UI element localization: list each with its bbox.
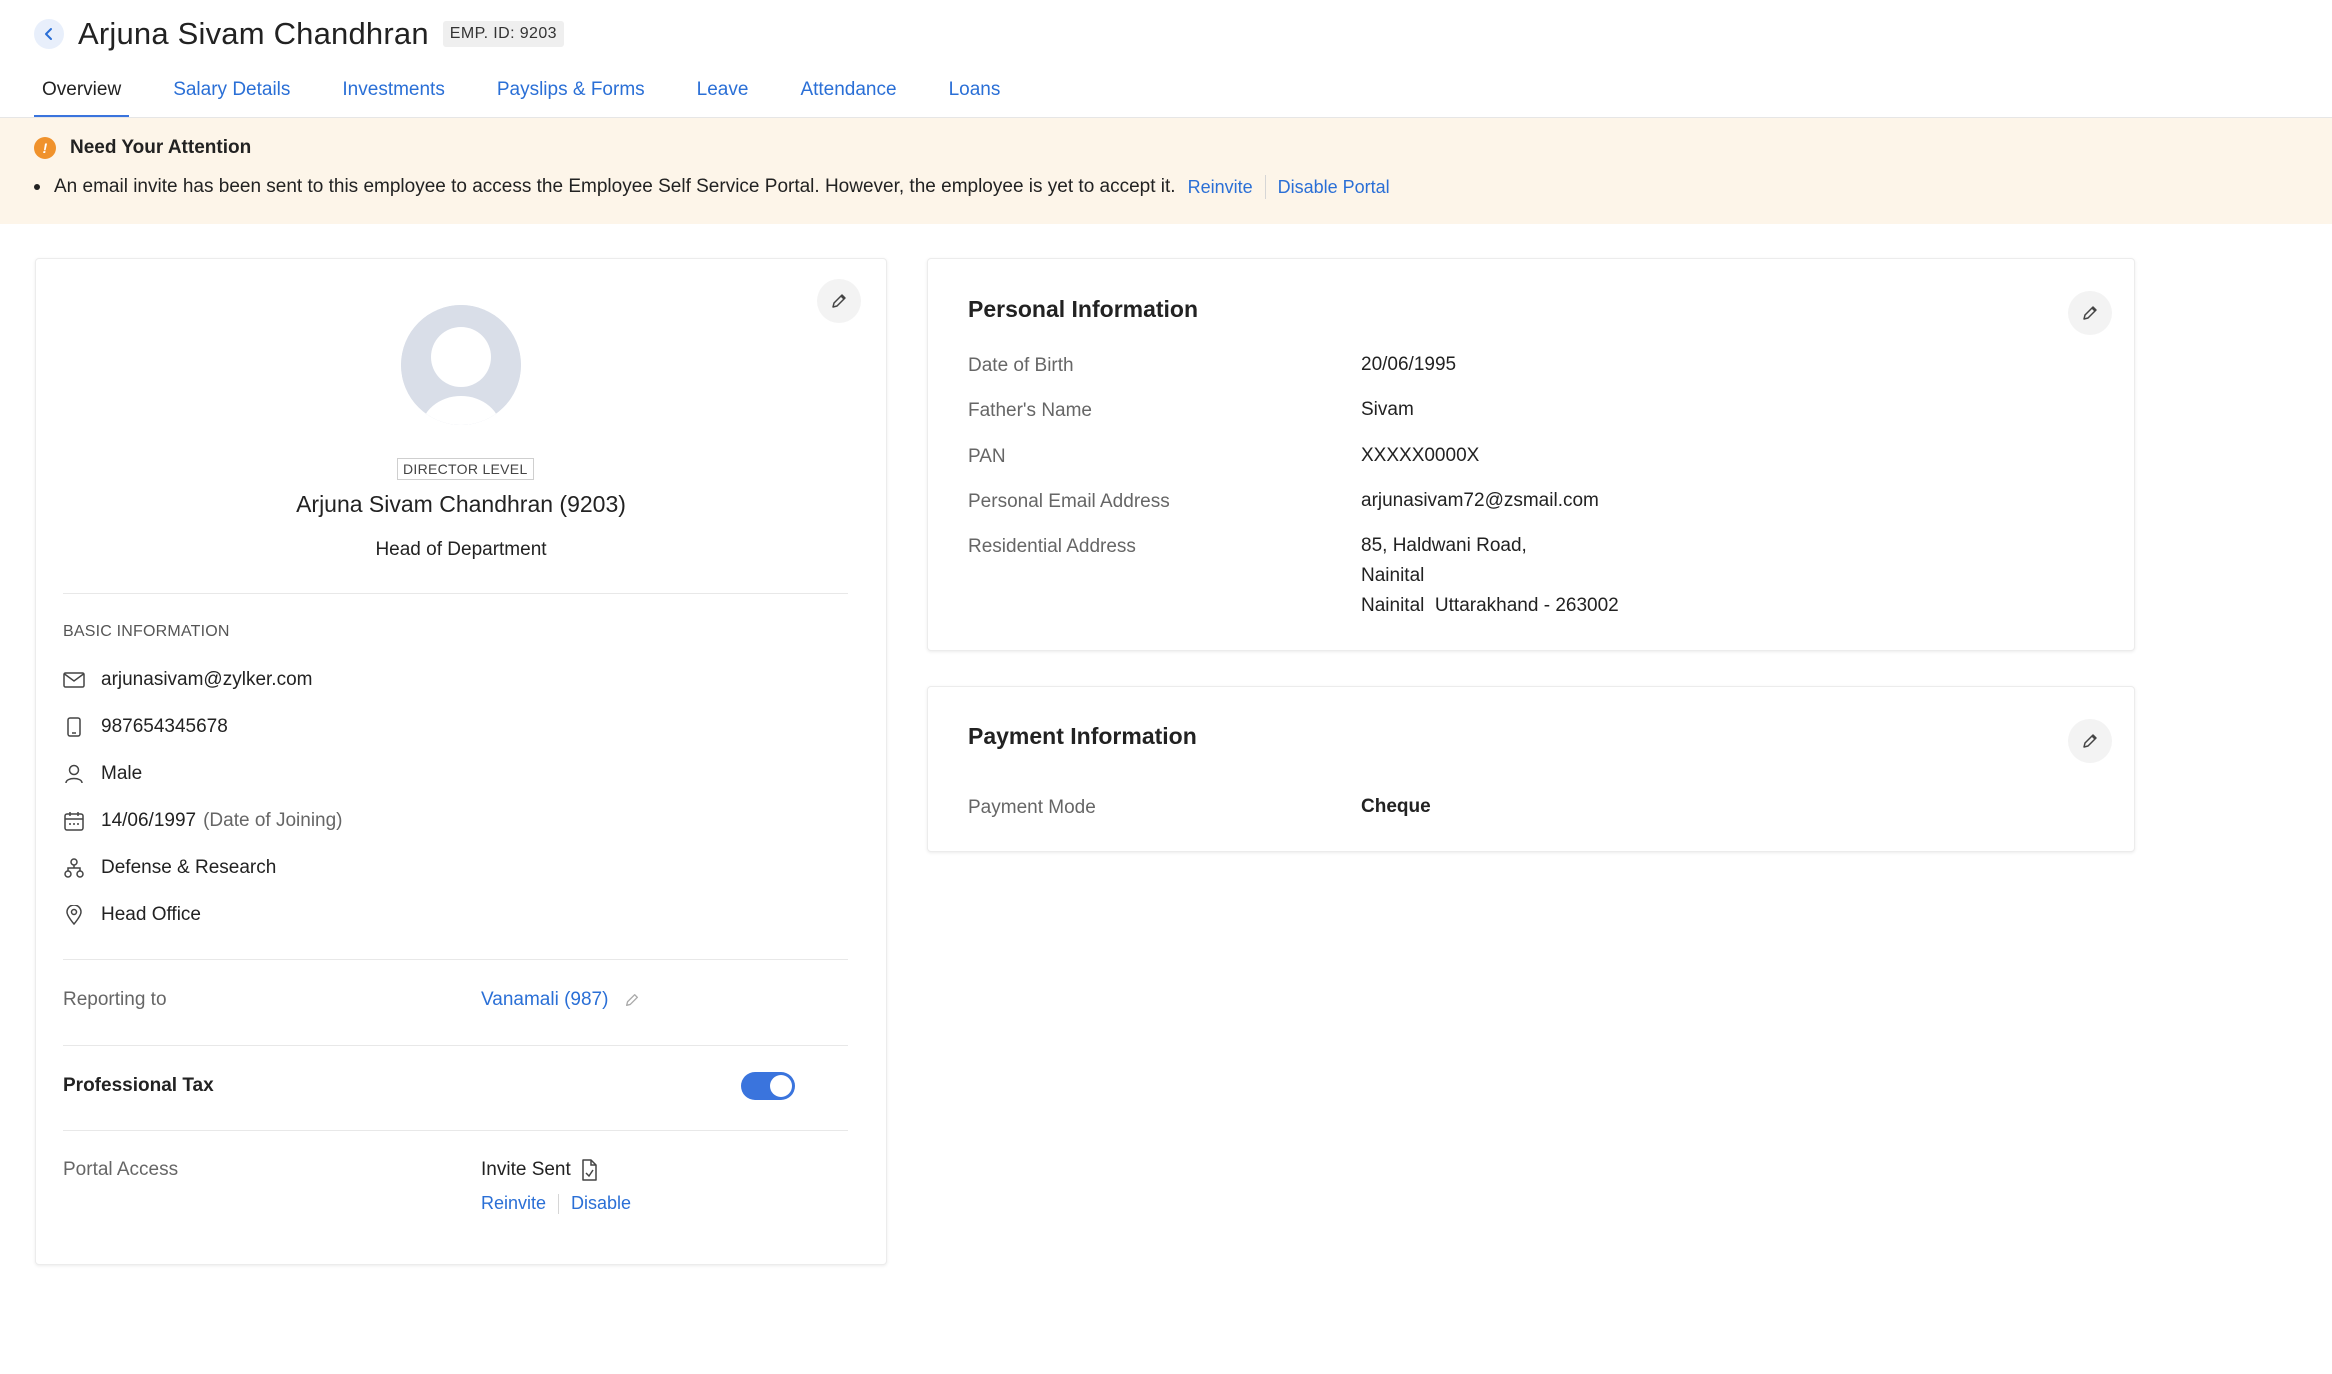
location-pin-icon <box>63 904 85 926</box>
disable-portal-link[interactable]: Disable Portal <box>1278 177 1390 198</box>
professional-tax-label: Professional Tax <box>63 1075 214 1096</box>
toggle-knob <box>770 1075 792 1097</box>
pan-value: XXXXX0000X <box>1361 445 1480 466</box>
profile-name: Arjuna Sivam Chandhran (9203) <box>296 491 626 517</box>
personal-email-label: Personal Email Address <box>968 491 1170 512</box>
joining-date-value: 14/06/1997 <box>101 810 197 831</box>
level-badge: DIRECTOR LEVEL <box>397 458 534 480</box>
personal-info-edit-button[interactable] <box>2068 291 2112 335</box>
banner-title: Need Your Attention <box>70 137 252 158</box>
bullet-dot <box>34 184 40 190</box>
calendar-icon <box>63 810 85 832</box>
joining-row: 14/06/1997 (Date of Joining) <box>63 810 343 832</box>
link-separator <box>558 1193 560 1214</box>
reporting-to-row: Vanamali (987) <box>481 989 640 1011</box>
portal-disable-link[interactable]: Disable <box>571 1193 631 1214</box>
tab-bar: Overview Salary Details Investments Pays… <box>34 76 1044 118</box>
tab-leave[interactable]: Leave <box>689 76 757 118</box>
location-row: Head Office <box>63 904 201 926</box>
tab-attendance[interactable]: Attendance <box>792 76 904 118</box>
address-line-3: Nainital Uttarakhand - 263002 <box>1361 595 1619 616</box>
divider <box>63 593 848 594</box>
warning-icon: ! <box>34 137 56 159</box>
divider <box>63 1130 848 1131</box>
payment-mode-label: Payment Mode <box>968 797 1096 818</box>
divider <box>63 1045 848 1046</box>
address-value: 85, Haldwani Road, Nainital Nainital Utt… <box>1361 531 1619 621</box>
professional-tax-toggle[interactable] <box>741 1072 795 1100</box>
father-name-value: Sivam <box>1361 399 1414 420</box>
profile-role: Head of Department <box>375 539 547 560</box>
avatar <box>401 305 521 425</box>
email-row: arjunasivam@zylker.com <box>63 669 312 691</box>
payment-mode-value: Cheque <box>1361 796 1431 817</box>
phone-value: 987654345678 <box>101 716 228 737</box>
gender-value: Male <box>101 763 143 784</box>
pan-label: PAN <box>968 446 1006 467</box>
portal-status: Invite Sent <box>481 1159 571 1180</box>
portal-reinvite-link[interactable]: Reinvite <box>481 1193 546 1214</box>
edit-reporting-icon[interactable] <box>624 992 640 1008</box>
personal-info-title: Personal Information <box>968 296 1199 322</box>
tab-overview[interactable]: Overview <box>34 76 130 118</box>
profile-edit-button[interactable] <box>817 279 861 323</box>
mail-icon <box>63 669 85 691</box>
reporting-manager-link[interactable]: Vanamali (987) <box>481 989 608 1011</box>
org-chart-icon <box>63 857 85 879</box>
portal-status-row: Invite Sent <box>481 1159 599 1181</box>
father-name-label: Father's Name <box>968 400 1093 421</box>
payment-info-card: Payment Information Payment Mode Cheque <box>927 686 2135 852</box>
personal-info-card: Personal Information Date of Birth 20/06… <box>927 258 2135 651</box>
joining-date-label: (Date of Joining) <box>203 810 343 831</box>
portal-actions: Reinvite Disable <box>481 1193 631 1214</box>
profile-card: DIRECTOR LEVEL Arjuna Sivam Chandhran (9… <box>35 258 887 1265</box>
tab-payslips-forms[interactable]: Payslips & Forms <box>489 76 653 118</box>
reporting-to-label: Reporting to <box>63 989 167 1010</box>
attention-banner: ! Need Your Attention An email invite ha… <box>0 118 2332 224</box>
pencil-icon <box>2083 734 2097 748</box>
document-icon <box>579 1159 599 1181</box>
payment-info-title: Payment Information <box>968 723 1197 749</box>
reinvite-link[interactable]: Reinvite <box>1188 177 1253 198</box>
payment-info-edit-button[interactable] <box>2068 719 2112 763</box>
address-line-1: 85, Haldwani Road, <box>1361 535 1527 556</box>
phone-row: 987654345678 <box>63 716 228 738</box>
address-line-2: Nainital <box>1361 565 1425 586</box>
phone-icon <box>63 716 85 738</box>
location-value: Head Office <box>101 904 201 925</box>
portal-access-label: Portal Access <box>63 1159 179 1180</box>
email-value: arjunasivam@zylker.com <box>101 669 313 690</box>
link-separator <box>1264 175 1266 199</box>
divider <box>63 959 848 960</box>
emp-id-badge: EMP. ID: 9203 <box>442 21 564 47</box>
pencil-icon <box>832 294 846 308</box>
dob-label: Date of Birth <box>968 355 1074 376</box>
back-button[interactable] <box>34 19 64 49</box>
department-value: Defense & Research <box>101 857 277 878</box>
page-title: Arjuna Sivam Chandhran <box>78 16 429 51</box>
department-row: Defense & Research <box>63 857 276 879</box>
address-label: Residential Address <box>968 536 1136 557</box>
gender-row: Male <box>63 763 142 785</box>
personal-email-value: arjunasivam72@zsmail.com <box>1361 490 1599 511</box>
chevron-left-icon <box>45 28 52 40</box>
dob-value: 20/06/1995 <box>1361 354 1457 375</box>
basic-info-heading: BASIC INFORMATION <box>63 623 230 640</box>
pencil-icon <box>2083 306 2097 320</box>
tab-investments[interactable]: Investments <box>334 76 452 118</box>
tab-salary-details[interactable]: Salary Details <box>165 76 298 118</box>
person-icon <box>63 763 85 785</box>
page-header: Arjuna Sivam Chandhran EMP. ID: 9203 <box>34 10 564 58</box>
banner-message: An email invite has been sent to this em… <box>54 176 1176 197</box>
tab-loans[interactable]: Loans <box>941 76 1009 118</box>
